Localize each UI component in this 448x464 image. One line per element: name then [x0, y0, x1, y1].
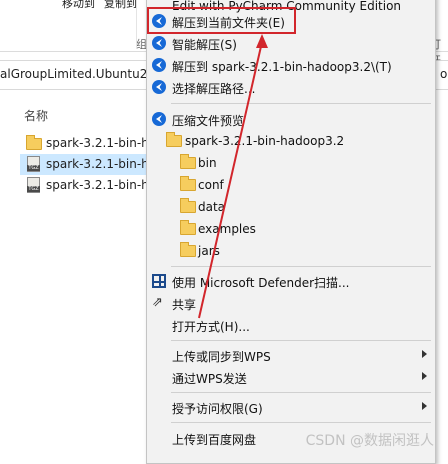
tree-item-label: data — [198, 200, 226, 214]
menu-separator — [171, 392, 431, 393]
menu-item-defender-scan[interactable]: 使用 Microsoft Defender扫描... — [147, 270, 435, 292]
tgz-archive-icon — [26, 156, 42, 172]
menu-item-label: 智能解压(S) — [172, 38, 237, 52]
ribbon-divider — [136, 0, 137, 48]
submenu-arrow-icon — [422, 350, 427, 358]
copy-to-button[interactable]: 复制到 — [104, 0, 137, 11]
tree-item-label: bin — [198, 156, 217, 170]
folder-icon — [180, 220, 196, 235]
bandizip-icon — [152, 58, 166, 72]
menu-separator — [171, 340, 431, 341]
bandizip-icon — [152, 36, 166, 50]
file-name: spark-3.2.1-bin-h — [46, 136, 146, 150]
watermark: CSDN @数据闲逛人 — [305, 433, 434, 449]
archive-tree-root[interactable]: spark-3.2.1-bin-hadoop3.2 — [147, 130, 435, 152]
menu-item-smart-extract[interactable]: 智能解压(S) — [147, 32, 435, 54]
file-row-selected[interactable]: spark-3.2.1-bin-h — [20, 154, 146, 175]
menu-item-label: 共享 — [172, 298, 197, 312]
menu-separator — [171, 103, 431, 104]
folder-icon — [166, 132, 182, 147]
menu-separator — [171, 422, 431, 423]
file-name: spark-3.2.1-bin-h — [46, 178, 146, 192]
name-column-header[interactable]: 名称 — [24, 107, 48, 124]
menu-item-grant-access[interactable]: 授予访问权限(G) — [147, 396, 435, 418]
menu-item-label: 上传到百度网盘 — [172, 433, 257, 447]
folder-icon — [180, 198, 196, 213]
menu-item-share[interactable]: ⇗ 共享 — [147, 292, 435, 314]
search-box-text[interactable]: o — [440, 67, 447, 81]
submenu-arrow-icon — [422, 402, 427, 410]
menu-item-extract-to-folder[interactable]: 解压到 spark-3.2.1-bin-hadoop3.2\(T) — [147, 54, 435, 76]
menu-item-label: 授予访问权限(G) — [172, 402, 263, 416]
folder-icon — [180, 242, 196, 257]
menu-item-label: 打开方式(H)... — [172, 320, 250, 334]
archive-tree-item[interactable]: jars — [147, 240, 435, 262]
menu-item-label: 解压到 spark-3.2.1-bin-hadoop3.2\(T) — [172, 60, 392, 74]
folder-icon — [26, 135, 42, 150]
menu-separator — [171, 266, 431, 267]
menu-item-choose-path[interactable]: 选择解压路径... — [147, 76, 435, 98]
folder-icon — [180, 176, 196, 191]
move-to-button[interactable]: 移动到 — [62, 0, 95, 11]
menu-item-wps-upload[interactable]: 上传或同步到WPS — [147, 344, 435, 366]
archive-tree-item[interactable]: conf — [147, 174, 435, 196]
archive-tree-item[interactable]: examples — [147, 218, 435, 240]
menu-item-label: 压缩文件预览 — [172, 114, 245, 128]
tree-item-label: examples — [198, 222, 256, 236]
menu-item-label: 上传或同步到WPS — [172, 350, 271, 364]
file-name: spark-3.2.1-bin-h — [46, 157, 146, 171]
menu-item-label: 选择解压路径... — [172, 82, 256, 96]
file-row[interactable]: spark-3.2.1-bin-h — [20, 175, 146, 196]
bandizip-icon — [152, 80, 166, 94]
tgz-archive-icon — [26, 177, 42, 193]
archive-tree-item[interactable]: bin — [147, 152, 435, 174]
context-menu: Edit with PyCharm Community Edition 解压到当… — [146, 0, 436, 464]
menu-item-label: 通过WPS发送 — [172, 372, 247, 386]
share-icon: ⇗ — [152, 295, 163, 310]
folder-icon — [180, 154, 196, 169]
archive-tree-item[interactable]: data — [147, 196, 435, 218]
menu-item-open-with[interactable]: 打开方式(H)... — [147, 314, 435, 336]
tree-item-label: conf — [198, 178, 224, 192]
menu-item-label: 使用 Microsoft Defender扫描... — [172, 276, 350, 290]
bandizip-icon — [152, 112, 166, 126]
tree-item-label: spark-3.2.1-bin-hadoop3.2 — [185, 134, 345, 148]
file-row[interactable]: spark-3.2.1-bin-h — [20, 133, 146, 154]
highlight-box — [147, 7, 296, 34]
tree-item-label: jars — [198, 244, 220, 258]
menu-item-archive-preview[interactable]: 压缩文件预览 — [147, 108, 435, 130]
submenu-arrow-icon — [422, 372, 427, 380]
menu-item-wps-send[interactable]: 通过WPS发送 — [147, 366, 435, 388]
defender-shield-icon — [152, 274, 166, 288]
address-path[interactable]: alGroupLimited.Ubuntu22.0 — [0, 67, 166, 81]
